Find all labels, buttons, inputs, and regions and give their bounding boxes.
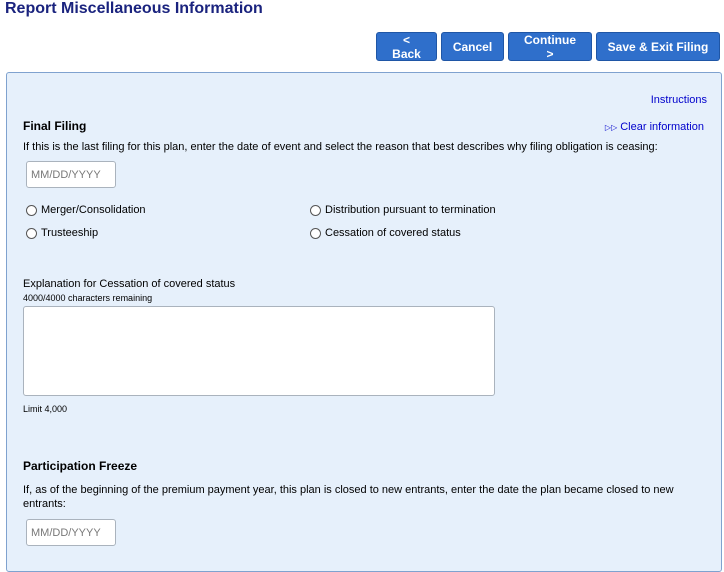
radio-circle[interactable] [26, 227, 37, 239]
back-button[interactable]: < Back [376, 32, 437, 61]
reason-distribution-label: Distribution pursuant to termination [325, 204, 496, 216]
cancel-button[interactable]: Cancel [441, 32, 504, 61]
participation-freeze-date-input[interactable]: MM/DD/YYYY [26, 519, 116, 546]
double-chevron-right-icon: ▷▷ [604, 122, 618, 132]
explanation-label: Explanation for Cessation of covered sta… [23, 278, 236, 290]
reason-merger-label: Merger/Consolidation [41, 204, 146, 216]
reason-trusteeship-radio[interactable]: Trusteeship [26, 227, 98, 239]
limit-text: Limit 4,000 [23, 404, 68, 414]
participation-freeze-description: If, as of the beginning of the premium p… [23, 484, 674, 510]
save-and-exit-button[interactable]: Save & Exit Filing [596, 32, 720, 61]
final-filing-description: If this is the last filing for this plan… [23, 141, 658, 153]
reason-trusteeship-label: Trusteeship [41, 227, 99, 239]
reason-cessation-label: Cessation of covered status [325, 227, 461, 239]
clear-information-label[interactable]: Clear information [620, 121, 704, 133]
reason-cessation-radio[interactable]: Cessation of covered status [310, 227, 461, 239]
radio-circle[interactable] [310, 204, 321, 216]
final-filing-date-input[interactable]: MM/DD/YYYY [26, 161, 116, 188]
radio-circle[interactable] [26, 204, 37, 216]
characters-remaining: 4000/4000 characters remaining [23, 293, 153, 303]
reason-merger-radio[interactable]: Merger/Consolidation [26, 204, 146, 216]
misc-info-panel: Instructions Final Filing ▷▷ Clear infor… [6, 72, 722, 572]
page-title: Report Miscellaneous Information [5, 0, 263, 17]
reason-distribution-radio[interactable]: Distribution pursuant to termination [310, 204, 496, 216]
participation-freeze-title: Participation Freeze [23, 459, 138, 473]
toolbar: < Back Cancel Continue > Save & Exit Fil… [376, 32, 720, 61]
radio-circle[interactable] [310, 227, 321, 239]
clear-information-link[interactable]: ▷▷ Clear information [605, 121, 704, 133]
continue-button[interactable]: Continue > [508, 32, 592, 61]
instructions-link[interactable]: Instructions [651, 94, 707, 106]
final-filing-title: Final Filing [23, 119, 87, 133]
explanation-textarea[interactable] [23, 306, 495, 396]
